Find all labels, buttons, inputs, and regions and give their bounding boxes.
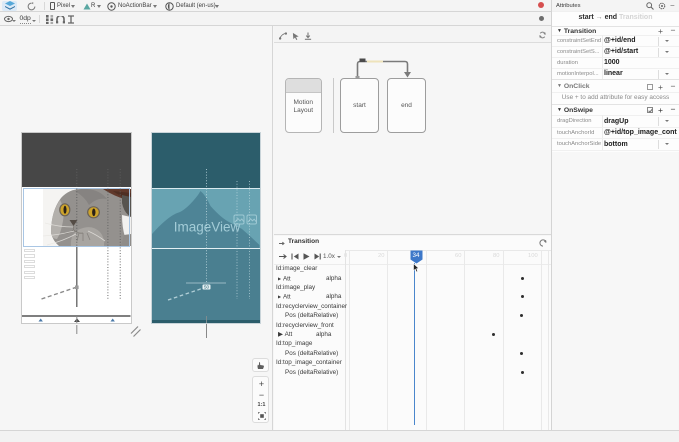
svg-text:50: 50 [204,285,210,290]
